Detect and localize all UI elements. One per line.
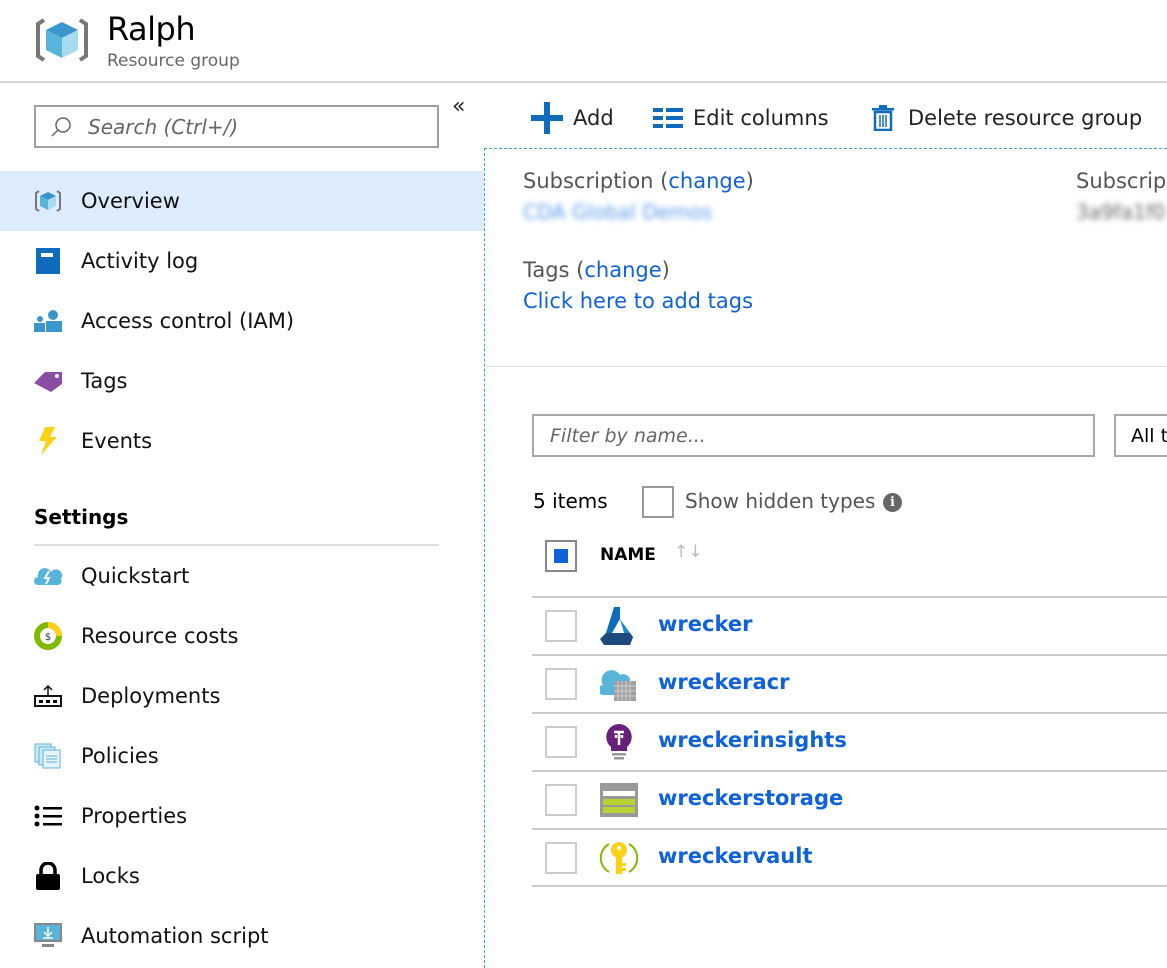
sort-icon[interactable]: ↑↓	[674, 542, 703, 562]
delete-label: Delete resource group	[908, 106, 1143, 130]
edit-columns-button[interactable]: Edit columns	[653, 100, 829, 136]
container-registry-icon	[600, 670, 636, 701]
sidebar-item-deployments[interactable]: Deployments	[0, 666, 484, 726]
sidebar-item-label: Policies	[81, 744, 159, 768]
sidebar-item-label: Quickstart	[81, 564, 190, 588]
plus-icon	[531, 102, 563, 134]
policies-icon	[34, 742, 62, 770]
row-checkbox[interactable]	[545, 726, 577, 758]
change-tags-link[interactable]: change	[584, 258, 661, 282]
row-checkbox[interactable]	[545, 610, 577, 642]
resource-link[interactable]: wreckeracr	[658, 670, 789, 694]
sidebar-item-label: Activity log	[81, 249, 199, 273]
edit-columns-label: Edit columns	[693, 106, 829, 130]
row-checkbox[interactable]	[545, 842, 577, 874]
select-all-checkbox[interactable]	[545, 540, 577, 572]
sidebar-item-label: Events	[81, 429, 153, 453]
table-row[interactable]: wrecker	[532, 596, 1167, 654]
sidebar-item-activity-log[interactable]: Activity log	[0, 231, 484, 291]
collapse-sidebar-button[interactable]: «	[452, 94, 465, 119]
type-filter-dropdown[interactable]: All t	[1114, 414, 1167, 457]
deployments-icon	[34, 682, 62, 710]
add-button[interactable]: Add	[531, 100, 614, 136]
filter-by-name-input[interactable]: Filter by name...	[532, 414, 1095, 457]
machine-learning-icon	[600, 607, 633, 645]
resource-link[interactable]: wreckerstorage	[658, 786, 843, 810]
change-subscription-link[interactable]: change	[668, 169, 745, 193]
tags-label: Tags (change)	[523, 258, 670, 282]
toolbar-divider	[484, 148, 1167, 149]
add-tags-link[interactable]: Click here to add tags	[523, 289, 753, 313]
resource-group-logo-icon	[34, 16, 90, 68]
subscription-id-value: 3a9fa1f0	[1076, 200, 1166, 224]
info-icon[interactable]: i	[883, 493, 902, 512]
sidebar-item-locks[interactable]: Locks	[0, 846, 484, 906]
sidebar-item-access-control[interactable]: Access control (IAM)	[0, 291, 484, 351]
subscription-value-link[interactable]: CDA Global Demos	[523, 200, 712, 224]
activity-log-icon	[34, 247, 62, 275]
table-row[interactable]: wreckeracr	[532, 654, 1167, 712]
resource-link[interactable]: wreckervault	[658, 844, 813, 868]
subscription-label: Subscription (change)	[523, 169, 754, 193]
sidebar-item-label: Resource costs	[81, 624, 239, 648]
sidebar-item-overview[interactable]: Overview	[0, 171, 484, 231]
header-divider	[0, 81, 1167, 83]
search-placeholder: Search (Ctrl+/)	[88, 114, 239, 139]
sidebar-item-resource-costs[interactable]: $ Resource costs	[0, 606, 484, 666]
show-hidden-types-checkbox[interactable]	[642, 486, 674, 518]
lightning-icon	[34, 427, 62, 455]
sidebar-item-label: Deployments	[81, 684, 221, 708]
table-row[interactable]: wreckerinsights	[532, 712, 1167, 770]
storage-icon	[600, 783, 638, 817]
page-title: Ralph	[107, 10, 196, 48]
resource-group-icon	[34, 187, 62, 215]
row-checkbox[interactable]	[545, 784, 577, 816]
table-bottom-border	[532, 885, 1167, 887]
sidebar-search-input[interactable]: Search (Ctrl+/)	[34, 105, 439, 148]
essentials-divider	[484, 366, 1167, 367]
sidebar-item-label: Locks	[81, 864, 140, 888]
sidebar-item-properties[interactable]: Properties	[0, 786, 484, 846]
delete-resource-group-button[interactable]: Delete resource group	[872, 100, 1142, 136]
table-row[interactable]: wreckervault	[532, 828, 1167, 886]
settings-heading: Settings	[34, 505, 129, 529]
sidebar-item-policies[interactable]: Policies	[0, 726, 484, 786]
lock-icon	[34, 862, 62, 890]
table-row[interactable]: wreckerstorage	[532, 770, 1167, 828]
blade-splitter[interactable]	[484, 148, 485, 968]
page-subtitle: Resource group	[107, 51, 240, 71]
list-icon	[34, 802, 62, 830]
show-hidden-types-label[interactable]: Show hidden types	[685, 489, 875, 513]
key-vault-icon	[600, 842, 638, 874]
column-header-name[interactable]: NAME	[600, 545, 656, 565]
trash-icon	[872, 105, 894, 131]
sidebar-item-label: Overview	[81, 189, 180, 213]
app-insights-bulb-icon	[606, 724, 632, 760]
row-checkbox[interactable]	[545, 668, 577, 700]
sidebar-item-label: Access control (IAM)	[81, 309, 295, 333]
sidebar-item-label: Tags	[81, 369, 128, 393]
sidebar-item-tags[interactable]: Tags	[0, 351, 484, 411]
quickstart-cloud-icon	[34, 562, 62, 590]
sidebar-item-events[interactable]: Events	[0, 411, 484, 471]
columns-icon	[653, 108, 683, 128]
add-label: Add	[573, 106, 614, 130]
sidebar-item-label: Automation script	[81, 924, 269, 948]
subscription-id-label: Subscrip	[1076, 169, 1167, 193]
sidebar-item-automation-script[interactable]: Automation script	[0, 906, 484, 966]
resource-link[interactable]: wrecker	[658, 612, 752, 636]
cost-icon: $	[34, 622, 62, 650]
tag-icon	[34, 367, 62, 395]
svg-text:$: $	[45, 632, 51, 643]
item-count: 5 items	[533, 489, 608, 513]
search-icon	[51, 116, 71, 137]
sidebar-item-quickstart[interactable]: Quickstart	[0, 546, 484, 606]
resource-link[interactable]: wreckerinsights	[658, 728, 847, 752]
iam-icon	[34, 307, 62, 335]
sidebar-item-label: Properties	[81, 804, 188, 828]
automation-monitor-icon	[34, 922, 62, 950]
